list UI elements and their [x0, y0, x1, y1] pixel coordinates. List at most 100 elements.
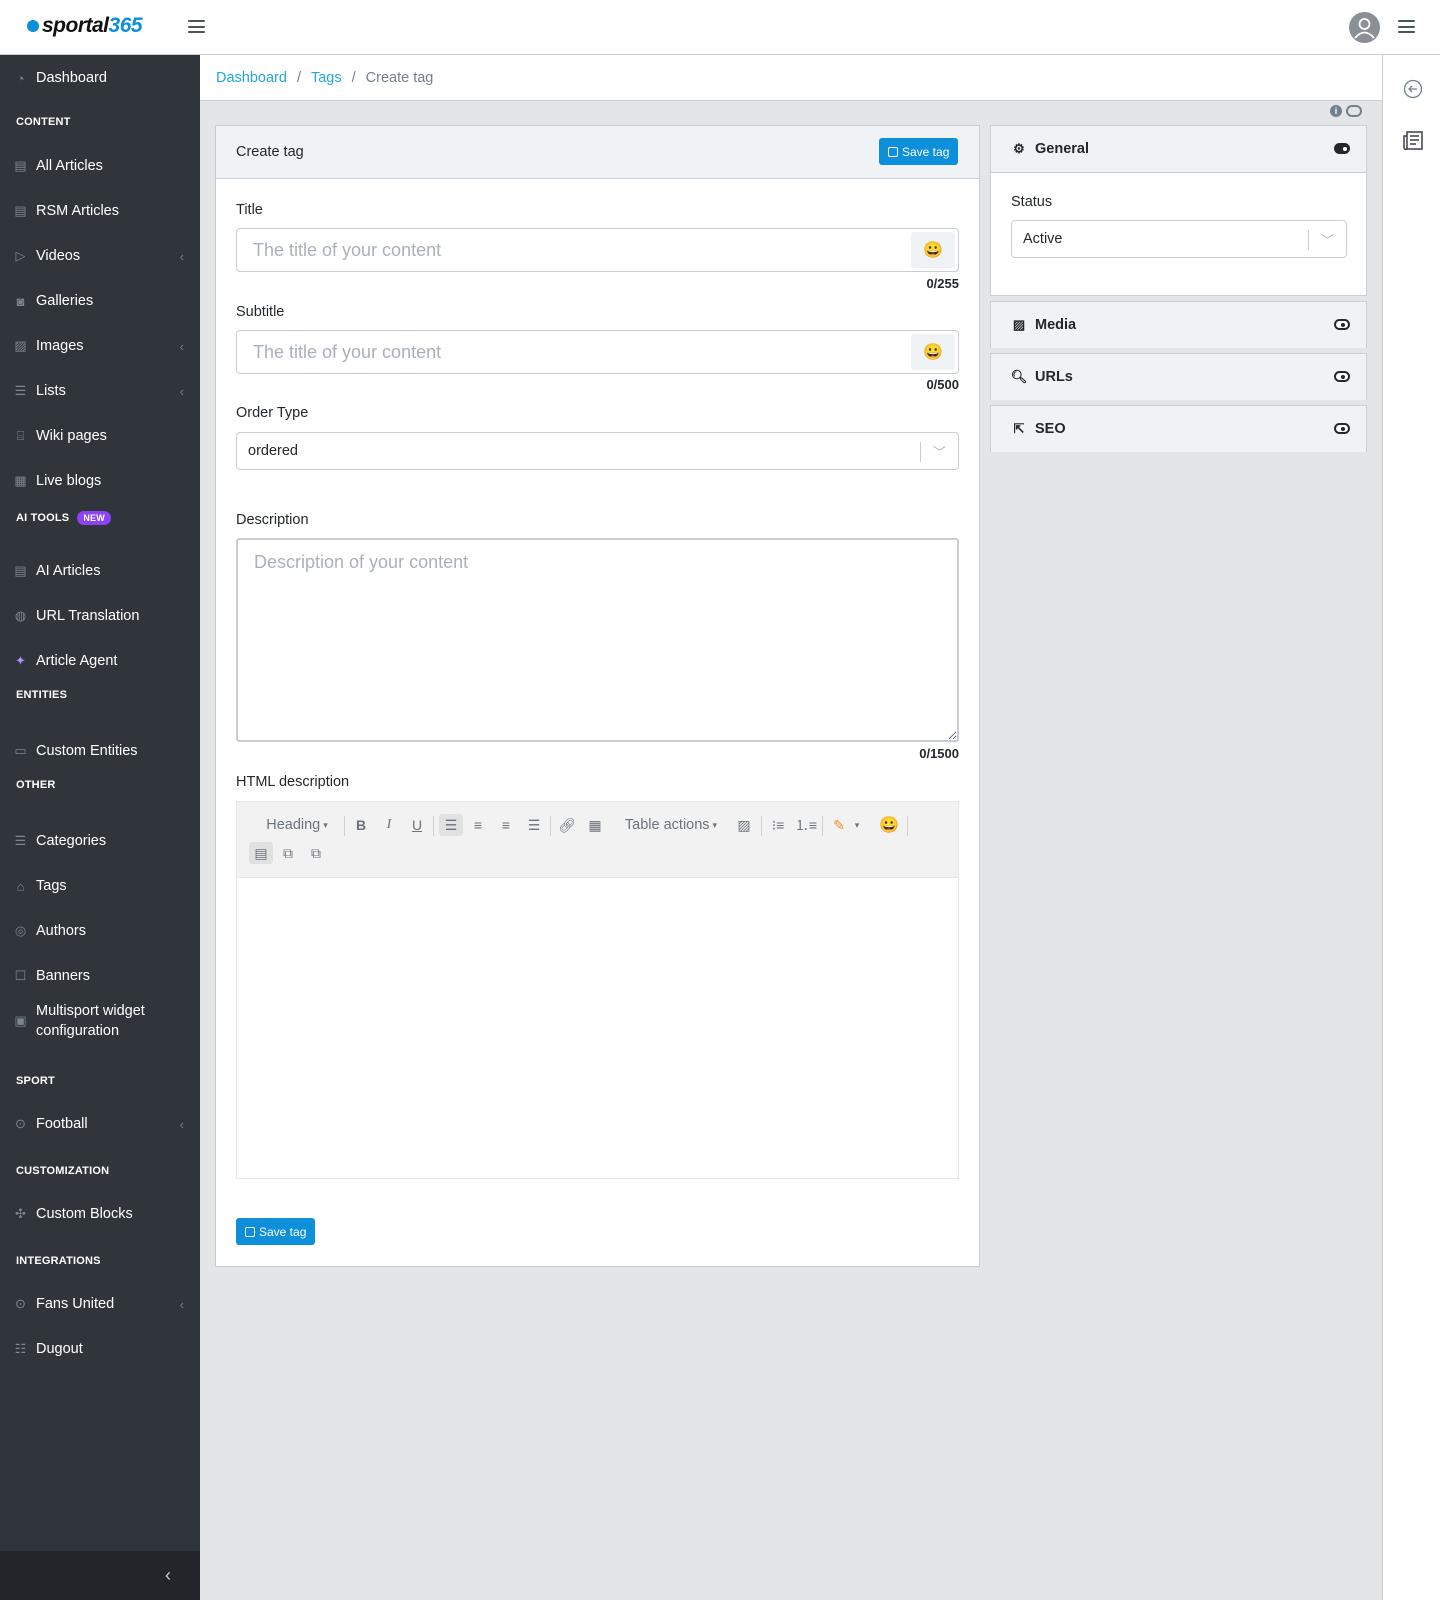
copy-icon[interactable]: ⧉ [305, 842, 327, 864]
caret-down-icon: ▾ [712, 819, 718, 830]
sidebar-section-integrations: INTEGRATIONS [16, 1255, 101, 1267]
sportal365-logo[interactable]: sportal 365 [27, 14, 143, 38]
seo-panel-toggle[interactable] [1334, 423, 1350, 434]
sidebar-footer: ‹ [0, 1551, 200, 1600]
sidebar-item-videos[interactable]: ▷ Videos ‹ [0, 245, 200, 267]
align-right-icon[interactable]: ≡ [495, 814, 517, 836]
title-input[interactable] [237, 229, 911, 271]
subtitle-input[interactable] [237, 331, 911, 373]
italic-icon[interactable]: I [378, 814, 400, 836]
table-actions-dropdown[interactable]: Table actions ▾ [619, 814, 723, 836]
breadcrumb-tags-link[interactable]: Tags [311, 70, 342, 86]
breadcrumb-dashboard-link[interactable]: Dashboard [216, 70, 287, 86]
section-label: AI TOOLS [16, 512, 70, 524]
panel-title: SEO [1035, 421, 1066, 437]
heading-label: Heading [266, 817, 321, 833]
external-link-icon: ⇱ [1013, 421, 1025, 436]
order-type-select[interactable]: ordered ﹀ [236, 432, 959, 470]
urls-panel-header[interactable]: 🔍︎ URLs [991, 354, 1366, 400]
sidebar-item-label: Fans United [36, 1296, 115, 1312]
sidebar-toggle-icon[interactable] [188, 20, 205, 33]
sidebar-item-authors[interactable]: ◎ Authors [0, 920, 200, 942]
user-avatar[interactable] [1349, 12, 1380, 43]
info-icon[interactable]: i [1330, 105, 1342, 117]
sidebar-minimize-chevron-icon[interactable]: ‹ [165, 1565, 171, 1586]
sidebar-item-label: Dugout [36, 1341, 83, 1357]
camera-icon: ◙ [16, 293, 25, 309]
status-select[interactable]: Active ﹀ [1011, 220, 1347, 258]
toolbar-divider [761, 816, 762, 836]
underline-icon[interactable]: U [406, 814, 428, 836]
create-tag-card: Create tag Save tag Title 😀 0/255 Subtit… [215, 125, 980, 1267]
sidebar-item-fans-united[interactable]: ⊙ Fans United ‹ [0, 1293, 200, 1315]
general-panel-toggle[interactable] [1334, 143, 1350, 154]
sidebar-item-ai-articles[interactable]: ▤ AI Articles [0, 560, 200, 582]
sidebar-item-live-blogs[interactable]: ▦ Live blogs [0, 470, 200, 492]
numbered-list-icon[interactable]: ⒈≡ [795, 814, 817, 836]
sidebar-item-article-agent[interactable]: ✦ Article Agent [0, 650, 200, 672]
title-input-group: 😀 [236, 228, 959, 272]
editor-content-area[interactable] [237, 878, 958, 1178]
sidebar-item-all-articles[interactable]: ▤ All Articles [0, 155, 200, 177]
sidebar-item-custom-entities[interactable]: ▭ Custom Entities [0, 740, 200, 762]
sidebar-item-categories[interactable]: ☰ Categories [0, 830, 200, 852]
table-icon[interactable]: ▦ [584, 814, 606, 836]
document-icon: ▤ [14, 158, 27, 173]
caret-down-icon[interactable]: ▾ [850, 814, 864, 836]
html-description-label: HTML description [236, 774, 350, 790]
bulleted-list-icon[interactable]: ⁝≡ [767, 814, 789, 836]
save-tag-button-bottom[interactable]: Save tag [236, 1218, 316, 1245]
heading-dropdown[interactable]: Heading ▾ [261, 814, 333, 836]
sidebar-item-label: Article Agent [36, 653, 118, 669]
highlighter-icon[interactable]: ✎ [828, 814, 850, 836]
sidebar-item-url-translation[interactable]: ◍ URL Translation [0, 605, 200, 627]
book-icon: ⌸ [16, 428, 25, 443]
card-title: Create tag [236, 144, 304, 160]
urls-panel-toggle[interactable] [1334, 371, 1350, 382]
align-center-icon[interactable]: ≡ [467, 814, 489, 836]
caret-down-icon: ▾ [323, 819, 328, 830]
sidebar-item-multisport-widget-configuration[interactable]: ▣ Multisport widget configuration [0, 1001, 200, 1041]
back-arrow-circle-icon[interactable] [1402, 78, 1424, 100]
save-tag-button-top[interactable]: Save tag [879, 138, 959, 165]
sidebar-item-custom-blocks[interactable]: ✣ Custom Blocks [0, 1203, 200, 1225]
aside-menu-toggle-icon[interactable] [1398, 20, 1415, 33]
seo-panel-header[interactable]: ⇱ SEO [991, 406, 1366, 452]
sidebar-item-dashboard[interactable]: ◔ Dashboard [0, 67, 200, 89]
sidebar-item-label: Banners [36, 968, 91, 984]
sidebar-item-wiki-pages[interactable]: ⌸ Wiki pages [0, 425, 200, 447]
media-panel-header[interactable]: ▨ Media [991, 302, 1366, 348]
order-type-label: Order Type [236, 405, 309, 421]
sidebar-item-tags[interactable]: ⌂ Tags [0, 875, 200, 897]
general-panel-header[interactable]: ⚙ General [991, 126, 1366, 172]
bold-icon[interactable]: B [350, 814, 372, 836]
align-left-icon[interactable]: ☰ [439, 814, 463, 836]
sidebar-item-galleries[interactable]: ◙ Galleries [0, 290, 200, 312]
emoji-picker-icon[interactable]: 😀 [911, 232, 955, 268]
table-actions-label: Table actions [624, 817, 710, 833]
sidebar-section-ai-tools: AI TOOLS NEW [16, 511, 111, 525]
toggle-icon[interactable] [1346, 105, 1362, 117]
sidebar-item-lists[interactable]: ☰ Lists ‹ [0, 380, 200, 402]
sidebar-item-images[interactable]: ▨ Images ‹ [0, 335, 200, 357]
sidebar-item-football[interactable]: ⊙ Football ‹ [0, 1113, 200, 1135]
media-panel-toggle[interactable] [1334, 319, 1350, 330]
newspaper-icon[interactable] [1402, 130, 1424, 152]
paste-plain-icon[interactable]: ▤ [249, 842, 273, 864]
emoji-picker-icon[interactable]: 😀 [911, 334, 955, 370]
subtitle-input-group: 😀 [236, 330, 959, 374]
dashboard-icon: ◔ [16, 70, 25, 86]
link-icon[interactable]: 🔗︎ [556, 814, 578, 836]
image-icon[interactable]: ▨ [733, 814, 755, 836]
description-textarea[interactable] [236, 538, 959, 742]
page-info-controls: i [1330, 105, 1362, 117]
search-icon: 🔍︎ [1010, 369, 1028, 384]
paste-word-icon[interactable]: ⧉ [277, 842, 299, 864]
logo-dot [27, 20, 39, 32]
sidebar-item-banners[interactable]: ☐ Banners [0, 965, 200, 987]
emoji-icon[interactable]: 😀 [878, 814, 900, 836]
panel-title: Media [1035, 317, 1077, 333]
sidebar-item-dugout[interactable]: ☷ Dugout [0, 1338, 200, 1360]
sidebar-item-rsm-articles[interactable]: ▤ RSM Articles [0, 200, 200, 222]
align-justify-icon[interactable]: ☰ [523, 814, 545, 836]
